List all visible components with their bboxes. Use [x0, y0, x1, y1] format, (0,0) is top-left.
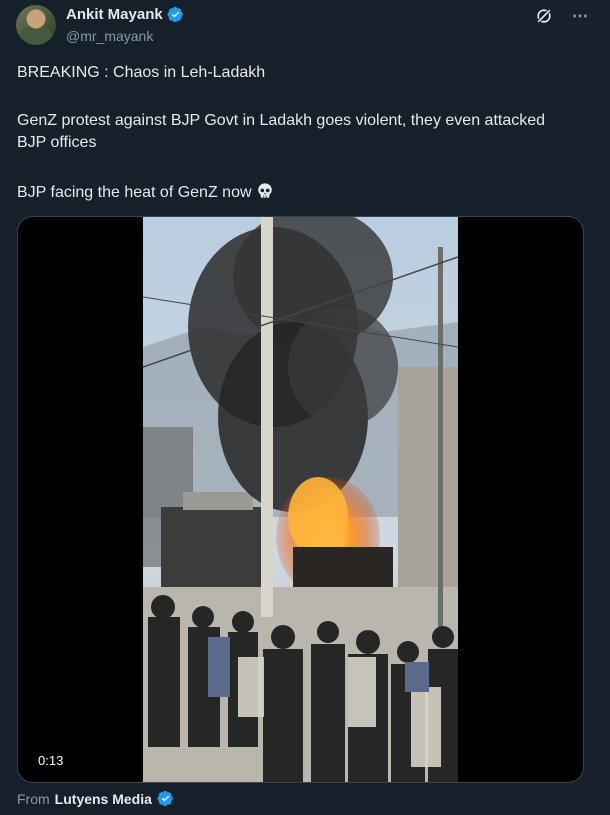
author-handle[interactable]: @mr_mayank: [66, 28, 153, 44]
verified-badge-icon: [157, 790, 173, 807]
video-duration: 0:13: [32, 751, 70, 770]
avatar[interactable]: [16, 5, 56, 45]
tweet-text-body: GenZ protest against BJP Govt in Ladakh …: [17, 112, 546, 151]
tweet-text-closing: BJP facing the heat of GenZ now: [17, 182, 577, 204]
top-actions: [534, 6, 590, 26]
tweet-text-closing-label: BJP facing the heat of GenZ now: [17, 184, 252, 201]
verified-badge-icon: [167, 6, 183, 23]
video-player[interactable]: 0:13: [17, 216, 584, 783]
source-account-link[interactable]: Lutyens Media: [55, 791, 152, 807]
source-attribution: From Lutyens Media: [17, 790, 174, 807]
from-label: From: [17, 790, 50, 807]
tweet-text-headline: BREAKING : Chaos in Leh-Ladakh: [17, 64, 266, 81]
author-display-name[interactable]: Ankit Mayank: [66, 6, 163, 23]
skull-icon: [258, 183, 272, 198]
video-thumbnail[interactable]: [143, 217, 458, 782]
grok-icon[interactable]: [534, 6, 554, 26]
author-name-row: Ankit Mayank: [66, 6, 184, 23]
more-icon[interactable]: [570, 6, 590, 26]
tweet: Ankit Mayank @mr_mayank BREAKING : Chaos…: [0, 0, 610, 815]
